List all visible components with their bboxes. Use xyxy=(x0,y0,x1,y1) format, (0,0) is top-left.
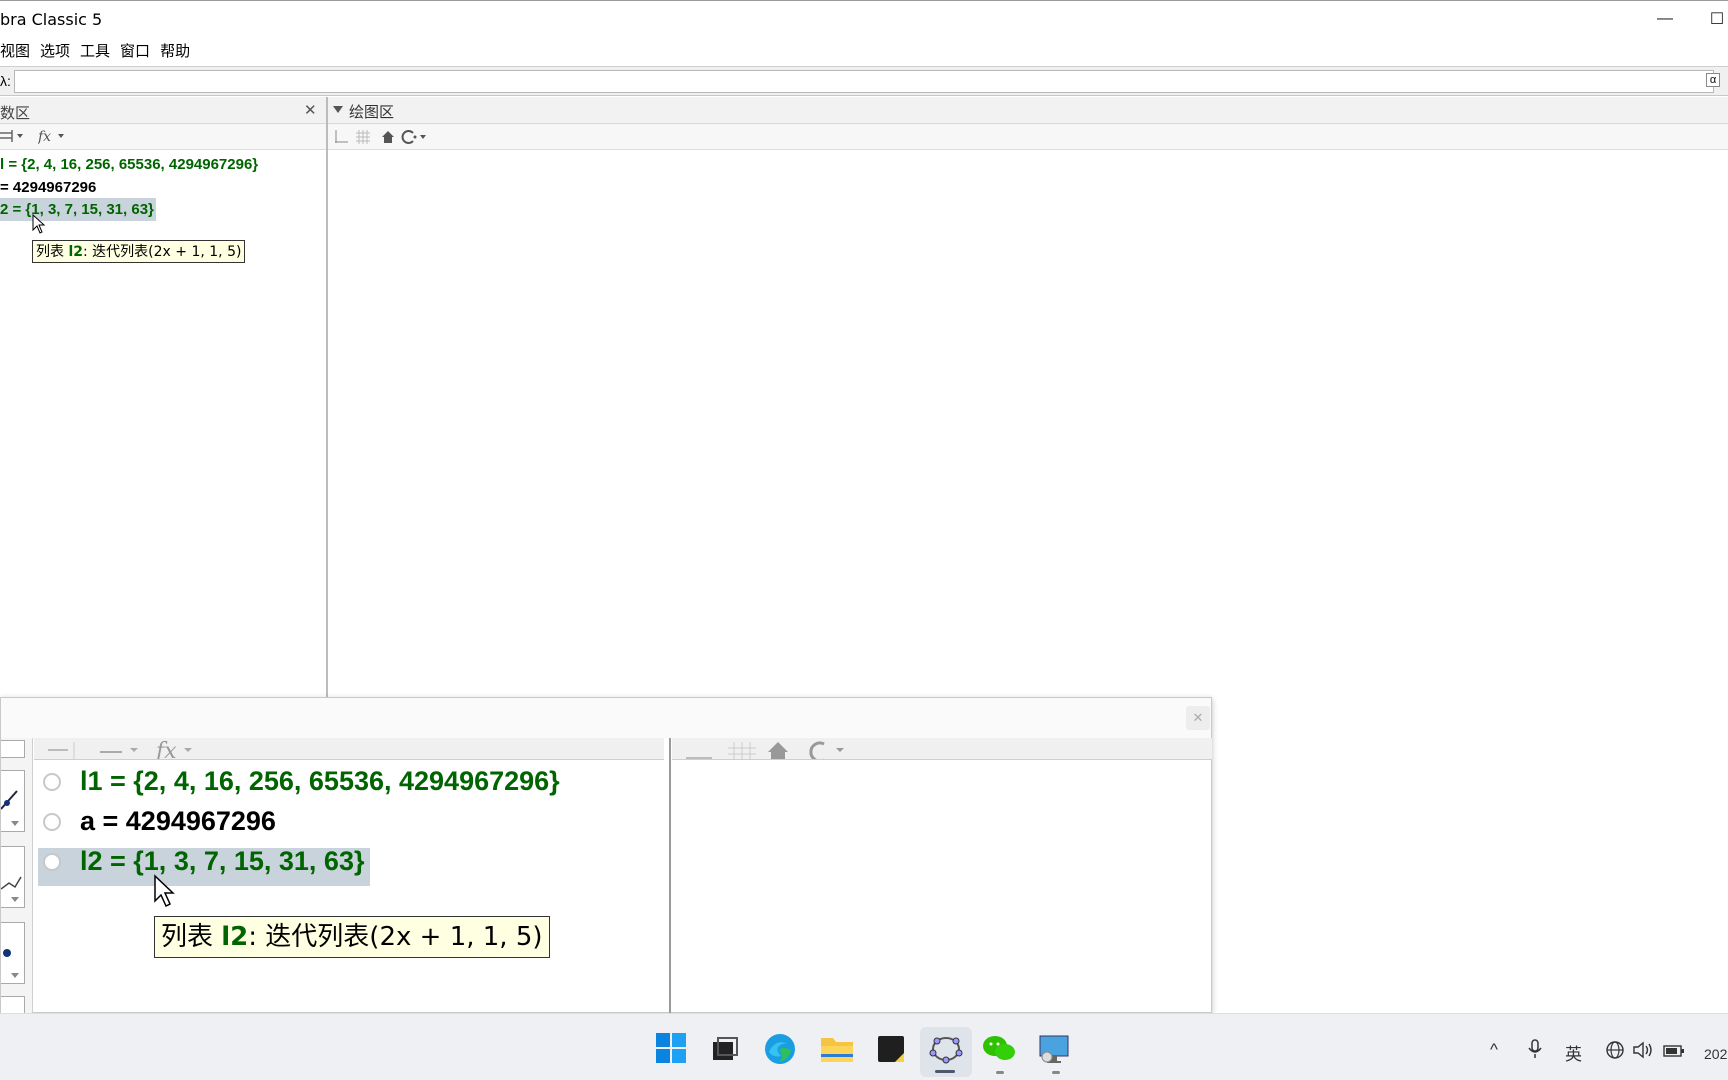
maximize-button[interactable]: ☐ xyxy=(1694,1,1728,37)
start-icon[interactable] xyxy=(655,1032,687,1064)
fx-icon[interactable]: fx xyxy=(37,127,68,149)
menu-bar: 视图 选项 工具 窗口 帮助 xyxy=(0,36,1728,64)
zoom-tooltip-object-name: l2 xyxy=(221,922,249,952)
graphics-view-header xyxy=(328,97,1728,124)
point-tool-icon xyxy=(3,949,19,978)
volume-icon[interactable] xyxy=(1632,1040,1654,1060)
zoom-tooltip-prefix: 列表 xyxy=(161,922,222,952)
mouse-cursor-icon xyxy=(32,214,46,234)
menu-tools[interactable]: 工具 xyxy=(80,40,115,61)
tool-button-angle[interactable] xyxy=(0,846,25,908)
graphics-view-title: 绘图区 xyxy=(349,103,395,121)
input-label: λ: xyxy=(0,73,11,89)
grid-toggle-icon[interactable] xyxy=(355,129,371,145)
window-title: bra Classic 5 xyxy=(0,10,103,29)
zoom-algebra-toolbar: fx xyxy=(34,738,664,760)
graphics-toolbar xyxy=(328,124,1728,150)
close-icon[interactable]: ✕ xyxy=(304,101,317,119)
sort-icon[interactable] xyxy=(0,128,28,147)
algebra-row-a[interactable]: = 4294967296 xyxy=(0,179,96,196)
algebra-row-l1[interactable]: l = {2, 4, 16, 256, 65536, 4294967296} xyxy=(0,156,258,173)
visibility-toggle-a[interactable] xyxy=(43,813,61,831)
minimize-button[interactable]: — xyxy=(1642,1,1688,37)
app-running-indicator xyxy=(1052,1071,1060,1074)
tray-chevron-icon[interactable]: ^ xyxy=(1490,1040,1498,1060)
algebra-toolbar: fx xyxy=(0,124,326,150)
zoom-overlay-header xyxy=(1,698,1211,738)
home-icon[interactable] xyxy=(380,129,396,145)
svg-text:fx: fx xyxy=(38,129,51,145)
remote-desktop-icon[interactable] xyxy=(1037,1033,1071,1065)
zoom-tooltip-definition: : 迭代列表(2x + 1, 1, 5) xyxy=(248,922,543,952)
ime-indicator[interactable]: 英 xyxy=(1565,1040,1582,1065)
sticky-notes-icon[interactable] xyxy=(875,1033,907,1065)
tooltip: 列表 l2: 迭代列表(2x + 1, 1, 5) xyxy=(32,240,246,263)
menu-options[interactable]: 选项 xyxy=(40,40,75,61)
title-bar: bra Classic 5 — ☐ xyxy=(0,0,1728,36)
tooltip-prefix: 列表 xyxy=(36,244,69,260)
input-field[interactable] xyxy=(14,70,1714,93)
point-capture-icon[interactable] xyxy=(401,129,429,145)
geogebra-icon[interactable] xyxy=(929,1033,963,1065)
network-icon[interactable] xyxy=(1605,1040,1625,1060)
tooltip-definition: : 迭代列表(2x + 1, 1, 5) xyxy=(83,244,242,260)
line-tool-icon xyxy=(0,790,19,826)
toolbar-sidebar xyxy=(0,738,33,1014)
graph-tool-icon xyxy=(0,876,22,902)
tool-button-point[interactable] xyxy=(1,922,25,984)
active-app-indicator xyxy=(935,1070,955,1073)
menu-view[interactable]: 视图 xyxy=(0,40,35,61)
wechat-icon[interactable] xyxy=(982,1034,1016,1064)
zoom-toolbar-icons: fx xyxy=(48,740,192,760)
svg-text:fx: fx xyxy=(154,740,177,760)
algebra-view-title: 数区 xyxy=(0,104,31,122)
zoom-graphics-toolbar xyxy=(672,738,1212,760)
zoom-close-button[interactable]: ✕ xyxy=(1186,706,1210,730)
file-explorer-icon[interactable] xyxy=(819,1034,855,1064)
clock-text[interactable]: 202 xyxy=(1704,1046,1727,1062)
zoom-tooltip: 列表 l2: 迭代列表(2x + 1, 1, 5) xyxy=(154,916,550,958)
tool-button-line[interactable] xyxy=(0,770,25,832)
input-bar: λ: α xyxy=(0,66,1728,96)
alpha-button[interactable]: α xyxy=(1706,73,1720,87)
zoom-view-divider xyxy=(669,738,671,1014)
microphone-icon[interactable] xyxy=(1527,1038,1543,1060)
collapse-triangle-icon[interactable] xyxy=(333,106,343,114)
zoom-row-l2[interactable]: l2 = {1, 3, 7, 15, 31, 63} xyxy=(80,846,364,877)
zoom-overlay: ✕ fx l1 = {2, 4, 16, 256, 65536, 4294967… xyxy=(0,697,1212,1014)
tool-button[interactable] xyxy=(1,996,25,1014)
zoom-mouse-cursor-icon xyxy=(154,874,175,908)
app-running-indicator xyxy=(996,1071,1004,1074)
algebra-view-header: 数区 ✕ xyxy=(0,97,326,124)
taskbar xyxy=(0,1013,1728,1080)
tool-button[interactable] xyxy=(1,740,25,758)
visibility-toggle-l2[interactable] xyxy=(43,853,61,871)
menu-help[interactable]: 帮助 xyxy=(160,40,195,61)
zoom-graphics-icons xyxy=(686,741,844,759)
axes-toggle-icon[interactable] xyxy=(333,129,349,145)
edge-icon[interactable] xyxy=(763,1032,797,1066)
algebra-row-l2[interactable]: 2 = {1, 3, 7, 15, 31, 63} xyxy=(0,201,154,218)
zoom-row-a[interactable]: a = 4294967296 xyxy=(80,806,276,837)
battery-icon[interactable] xyxy=(1662,1040,1686,1060)
zoom-row-l1[interactable]: l1 = {2, 4, 16, 256, 65536, 4294967296} xyxy=(80,766,560,797)
view-divider[interactable] xyxy=(326,97,328,697)
visibility-toggle-l1[interactable] xyxy=(43,773,61,791)
task-view-icon[interactable] xyxy=(710,1034,740,1064)
menu-window[interactable]: 窗口 xyxy=(120,40,155,61)
tooltip-object-name: l2 xyxy=(68,244,83,260)
